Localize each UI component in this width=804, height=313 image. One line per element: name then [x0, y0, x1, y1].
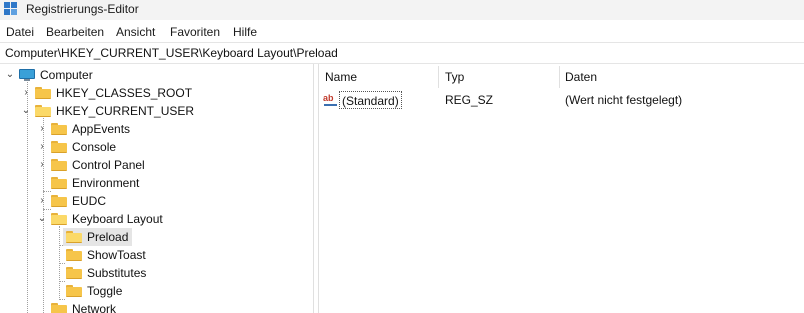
chevron-right-icon[interactable]: › [37, 123, 47, 135]
tree-label: Substitutes [87, 266, 147, 280]
tree-label: ShowToast [87, 248, 146, 262]
table-row[interactable]: ab (Standard) REG_SZ (Wert nicht festgel… [319, 91, 804, 109]
tree-item-hkcu[interactable]: ⌄ HKEY_CURRENT_USER [0, 102, 313, 120]
tree-item-hkcr[interactable]: › HKEY_CLASSES_ROOT [0, 84, 313, 102]
value-data: (Wert nicht festgelegt) [565, 93, 683, 107]
tree-item-control-panel[interactable]: › Control Panel [0, 156, 313, 174]
tree-item-preload[interactable]: Preload [0, 228, 313, 246]
tree-label: Control Panel [72, 158, 145, 172]
tree-label: Keyboard Layout [72, 212, 163, 226]
menu-ansicht[interactable]: Ansicht [116, 25, 155, 39]
menu-bearbeiten[interactable]: Bearbeiten [46, 25, 104, 39]
tree-item-network[interactable]: Network [0, 300, 313, 313]
title-bar: Registrierungs-Editor [0, 0, 804, 20]
menu-hilfe[interactable]: Hilfe [233, 25, 257, 39]
chevron-right-icon[interactable]: › [37, 195, 47, 207]
address-bar[interactable]: Computer\HKEY_CURRENT_USER\Keyboard Layo… [0, 42, 804, 64]
folder-open-icon [51, 213, 67, 225]
menu-datei[interactable]: Datei [6, 25, 34, 39]
chevron-right-icon[interactable]: › [37, 141, 47, 153]
folder-icon [51, 303, 67, 313]
column-header-type[interactable]: Typ [439, 64, 559, 90]
folder-icon [51, 195, 67, 207]
tree-item-substitutes[interactable]: Substitutes [0, 264, 313, 282]
window-title: Registrierungs-Editor [26, 2, 139, 16]
tree-item-toggle[interactable]: Toggle [0, 282, 313, 300]
menu-favoriten[interactable]: Favoriten [170, 25, 220, 39]
folder-open-icon [66, 231, 82, 243]
folder-icon [51, 141, 67, 153]
tree-label: Network [72, 302, 117, 313]
chevron-right-icon[interactable]: › [37, 159, 47, 171]
chevron-down-icon[interactable]: ⌄ [5, 69, 15, 81]
column-header-label: Daten [565, 70, 598, 84]
computer-icon [19, 69, 35, 81]
tree-item-keyboard-layout[interactable]: ⌄ Keyboard Layout [0, 210, 313, 228]
tree-label: Toggle [87, 284, 123, 298]
column-header-name[interactable]: Name [319, 64, 439, 90]
menu-bar: Datei Bearbeiten Ansicht Favoriten Hilfe [0, 20, 804, 42]
tree-item-appevents[interactable]: › AppEvents [0, 120, 313, 138]
tree-label: Computer [40, 68, 93, 82]
folder-icon [51, 123, 67, 135]
address-path[interactable]: Computer\HKEY_CURRENT_USER\Keyboard Layo… [5, 46, 338, 60]
folder-icon [66, 285, 82, 297]
tree-item-computer[interactable]: ⌄ Computer [0, 66, 313, 84]
value-name[interactable]: (Standard) [339, 91, 402, 109]
tree-item-eudc[interactable]: › EUDC [0, 192, 313, 210]
value-type: REG_SZ [445, 93, 494, 107]
regedit-app-icon [4, 2, 18, 16]
folder-icon [51, 177, 67, 189]
tree-item-showtoast[interactable]: ShowToast [0, 246, 313, 264]
column-header-label: Typ [445, 70, 465, 84]
column-header-label: Name [325, 70, 358, 84]
folder-open-icon [35, 105, 51, 117]
folder-icon [66, 267, 82, 279]
folder-icon [35, 87, 51, 99]
chevron-down-icon[interactable]: ⌄ [37, 213, 47, 225]
folder-icon [66, 249, 82, 261]
tree-label: HKEY_CURRENT_USER [56, 104, 195, 118]
key-tree[interactable]: ⌄ Computer › HKEY_CLASSES_ROOT ⌄ HKEY_CU… [0, 64, 316, 313]
values-list[interactable]: Name Typ Daten ab (Standard) REG_SZ (Wer… [319, 64, 804, 313]
tree-label: AppEvents [72, 122, 131, 136]
tree-label: Console [72, 140, 117, 154]
tree-item-console[interactable]: › Console [0, 138, 313, 156]
tree-label: Environment [72, 176, 140, 190]
tree-label: EUDC [72, 194, 107, 208]
chevron-down-icon[interactable]: ⌄ [21, 105, 31, 117]
tree-label: HKEY_CLASSES_ROOT [56, 86, 193, 100]
folder-icon [51, 159, 67, 171]
chevron-right-icon[interactable]: › [21, 87, 31, 99]
string-value-icon: ab [323, 93, 339, 107]
tree-item-environment[interactable]: Environment [0, 174, 313, 192]
tree-label: Preload [87, 230, 129, 244]
column-header-data[interactable]: Daten [560, 64, 800, 90]
